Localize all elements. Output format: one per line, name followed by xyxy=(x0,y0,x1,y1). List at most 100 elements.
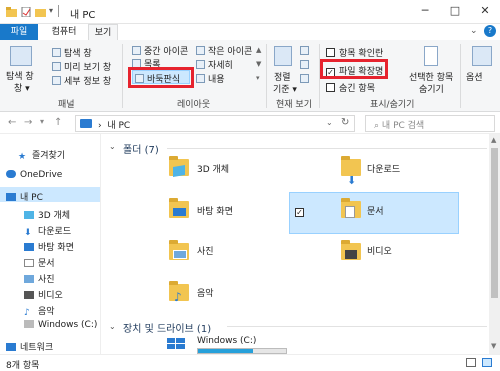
add-columns-icon[interactable] xyxy=(300,60,309,69)
options-button[interactable]: 옵션 xyxy=(466,70,483,83)
layout-scroll-up-icon[interactable]: ▲ xyxy=(256,46,261,54)
nav-label: 네트워크 xyxy=(20,343,54,353)
item-checkboxes-toggle[interactable]: 항목 확인란 xyxy=(326,46,383,59)
download-icon: ⬇ xyxy=(347,174,357,187)
medium-icons-button[interactable]: 중간 아이콘 xyxy=(132,44,188,57)
sort-by-dropdown[interactable]: 기준 ▾ xyxy=(273,82,297,95)
refresh-button[interactable]: ↻ xyxy=(341,117,349,128)
minimize-button[interactable]: ─ xyxy=(410,0,440,24)
nav-item-desktop[interactable]: 바탕 화면 xyxy=(24,240,74,253)
vertical-scrollbar[interactable]: ▲ ▼ xyxy=(489,134,500,354)
folders-section-title[interactable]: 폴더 (7) xyxy=(123,141,159,156)
navigation-pane-dropdown[interactable]: 창 ▾ xyxy=(14,81,30,94)
details-view-icon xyxy=(196,60,205,69)
details-icon xyxy=(52,76,61,85)
properties-icon[interactable] xyxy=(21,7,32,17)
preview-pane-button[interactable]: 미리 보기 창 xyxy=(52,60,111,73)
folder-label[interactable]: 다운로드 xyxy=(367,162,400,175)
document-icon xyxy=(345,206,355,218)
content-pane: ⌄ 폴더 (7) 3D 개체 ⬇ 다운로드 바탕 화면 ✓ 문서 사진 비디오 … xyxy=(100,134,500,354)
nav-item-network[interactable]: 네트워크 xyxy=(6,340,53,353)
desktop-icon xyxy=(173,208,186,216)
sort-icon[interactable] xyxy=(274,46,292,66)
scroll-down-icon[interactable]: ▼ xyxy=(491,342,496,350)
options-icon[interactable] xyxy=(472,46,492,66)
search-placeholder: 내 PC 검색 xyxy=(381,121,425,131)
collapse-chevron-icon[interactable]: ⌄ xyxy=(109,322,116,331)
maximize-button[interactable]: □ xyxy=(440,0,470,24)
layout-scroll-down-icon[interactable]: ▼ xyxy=(256,60,261,68)
details-pane-button[interactable]: 세부 정보 창 xyxy=(52,74,111,87)
scroll-up-icon[interactable]: ▲ xyxy=(491,136,496,144)
nav-item-documents[interactable]: 문서 xyxy=(24,256,55,269)
content-view-button[interactable]: 내용 xyxy=(196,72,225,85)
windows-logo-icon[interactable] xyxy=(167,338,185,350)
details-pane-label: 세부 정보 창 xyxy=(64,77,112,87)
search-input[interactable]: ⌕ 내 PC 검색 xyxy=(365,115,495,132)
back-arrow-icon[interactable]: ← xyxy=(8,117,16,128)
collapse-chevron-icon[interactable]: ⌄ xyxy=(109,142,116,151)
new-folder-icon[interactable] xyxy=(35,7,46,17)
checkbox-checked-icon[interactable]: ✓ xyxy=(295,208,304,217)
explore-pane-button[interactable]: 탐색 창 xyxy=(52,46,92,59)
small-icons-button[interactable]: 작은 아이콘 xyxy=(196,44,252,57)
recent-dropdown-icon[interactable]: ▾ xyxy=(40,117,44,126)
large-icons-toggle-icon[interactable] xyxy=(482,358,492,367)
hide-selected-icon[interactable] xyxy=(424,46,438,66)
quick-access-dropdown-icon[interactable]: ▾ xyxy=(49,6,53,15)
folder-label[interactable]: 음악 xyxy=(197,286,214,299)
video-icon xyxy=(345,250,357,259)
ribbon-separator xyxy=(460,44,461,108)
medium-icons-label: 중간 아이콘 xyxy=(144,47,189,57)
details-view-button[interactable]: 자세히 xyxy=(196,58,233,71)
size-columns-icon[interactable] xyxy=(300,74,309,83)
address-dropdown-icon[interactable]: ⌄ xyxy=(326,118,333,127)
tab-view[interactable]: 보기 xyxy=(88,24,118,40)
nav-item-this-pc[interactable]: 내 PC xyxy=(6,190,43,203)
drive-label[interactable]: Windows (C:) xyxy=(197,336,256,346)
ribbon-separator xyxy=(122,44,123,108)
nav-label: Windows (C:) xyxy=(38,320,98,330)
address-bar[interactable]: › 내 PC ⌄ ↻ xyxy=(75,115,355,132)
help-button[interactable]: ? xyxy=(484,25,496,37)
music-icon: ♪ xyxy=(24,308,30,318)
section-divider xyxy=(227,326,487,327)
ribbon-collapse-icon[interactable]: ⌄ xyxy=(470,26,478,36)
forward-arrow-icon[interactable]: → xyxy=(24,117,32,128)
nav-item-3d-objects[interactable]: 3D 개체 xyxy=(24,208,70,221)
drives-section-title[interactable]: 장치 및 드라이브 (1) xyxy=(123,320,211,335)
tab-file[interactable]: 파일 xyxy=(0,24,38,40)
folder-label[interactable]: 문서 xyxy=(367,204,384,217)
navigation-pane-icon[interactable] xyxy=(10,46,32,66)
nav-item-music[interactable]: ♪ 음악 xyxy=(24,304,55,318)
nav-label: OneDrive xyxy=(20,170,63,180)
hidden-items-toggle[interactable]: 숨긴 항목 xyxy=(326,81,375,94)
nav-item-downloads[interactable]: ⬇ 다운로드 xyxy=(24,224,71,238)
group-by-icon[interactable] xyxy=(300,46,309,55)
small-icons-label: 작은 아이콘 xyxy=(208,47,253,57)
tab-computer[interactable]: 컴퓨터 xyxy=(40,24,88,40)
nav-item-windows-drive[interactable]: Windows (C:) xyxy=(24,320,97,330)
folder-label[interactable]: 바탕 화면 xyxy=(197,204,233,217)
folder-label[interactable]: 사진 xyxy=(197,244,214,257)
navigation-pane: ★ 즐겨찾기 OneDrive 내 PC 3D 개체 ⬇ 다운로드 바탕 화면 문서… xyxy=(0,134,100,354)
nav-item-quick-access[interactable]: ★ 즐겨찾기 xyxy=(18,148,65,162)
nav-item-videos[interactable]: 비디오 xyxy=(24,288,63,301)
ribbon-separator xyxy=(266,44,267,108)
nav-item-onedrive[interactable]: OneDrive xyxy=(6,170,62,180)
address-path: › 내 PC xyxy=(98,121,131,131)
details-view-toggle-icon[interactable] xyxy=(466,358,476,367)
hide-selected-button-line2[interactable]: 숨기기 xyxy=(419,82,444,95)
title-separator xyxy=(58,5,59,17)
title-bar: ▾ 내 PC ─ □ ✕ xyxy=(0,0,500,24)
folder-label[interactable]: 비디오 xyxy=(367,244,392,257)
layout-more-icon[interactable]: ▾ xyxy=(256,74,260,82)
scroll-thumb[interactable] xyxy=(491,148,498,298)
nav-item-pictures[interactable]: 사진 xyxy=(24,272,55,285)
nav-label: 내 PC xyxy=(20,193,43,203)
folder-label[interactable]: 3D 개체 xyxy=(197,162,229,175)
up-arrow-icon[interactable]: ↑ xyxy=(54,117,62,128)
desktop-icon xyxy=(24,243,34,251)
windows-logo-svg xyxy=(167,338,185,349)
close-button[interactable]: ✕ xyxy=(470,0,500,24)
